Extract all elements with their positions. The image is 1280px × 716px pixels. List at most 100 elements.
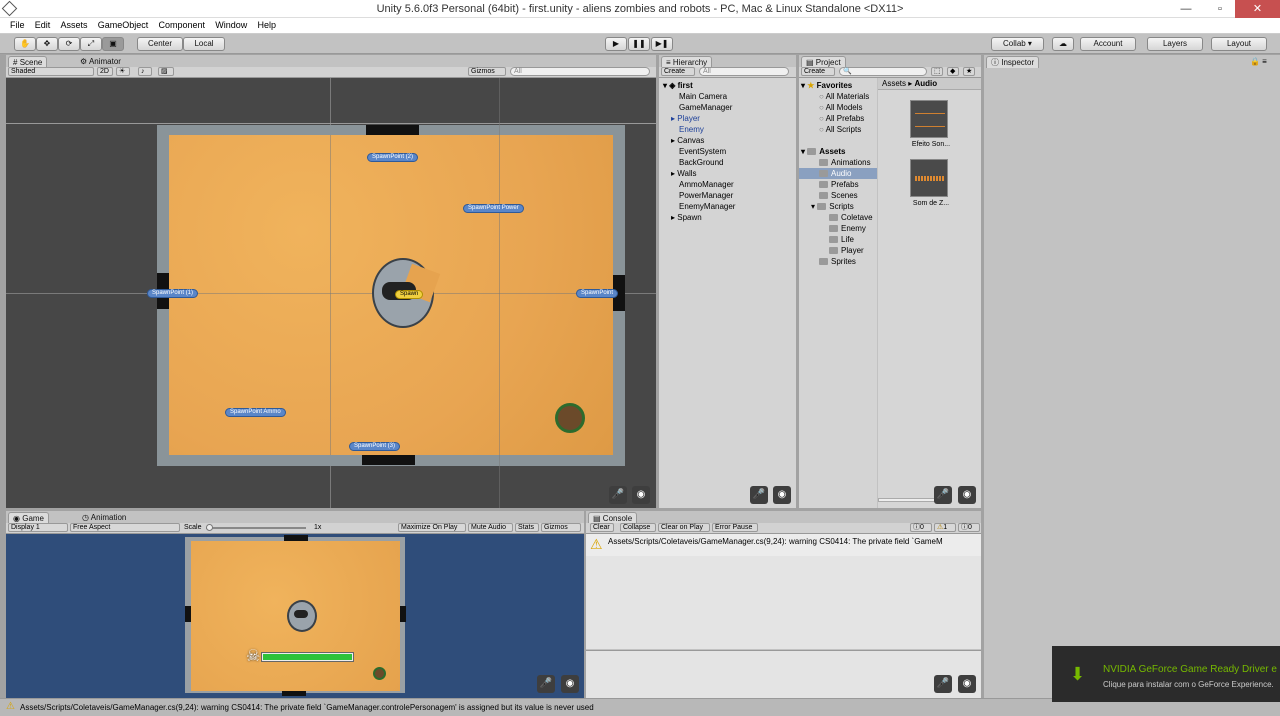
folder-item[interactable]: Prefabs: [799, 179, 877, 190]
scale-slider-knob[interactable]: [206, 524, 213, 531]
scene-search-input[interactable]: All: [510, 67, 650, 76]
record-icon[interactable]: ◉: [632, 486, 650, 504]
account-dropdown[interactable]: Account: [1080, 37, 1136, 51]
cloud-button[interactable]: ☁: [1052, 37, 1074, 51]
favorite-item[interactable]: ○ All Scripts: [799, 124, 877, 135]
menu-file[interactable]: File: [6, 18, 29, 32]
minimize-button[interactable]: —: [1169, 0, 1203, 18]
hierarchy-item[interactable]: ▸ Spawn: [659, 212, 796, 223]
info-count-toggle[interactable]: ⓘ0: [910, 523, 932, 532]
folder-item[interactable]: Coletave: [799, 212, 877, 223]
audio-toggle[interactable]: ♪: [138, 67, 152, 76]
hierarchy-item[interactable]: GameManager: [659, 102, 796, 113]
folder-item[interactable]: Enemy: [799, 223, 877, 234]
breadcrumb-audio[interactable]: Audio: [915, 79, 938, 88]
layout-dropdown[interactable]: Layout: [1211, 37, 1267, 51]
filter-type-icon[interactable]: ⬚: [931, 67, 943, 76]
mic-icon[interactable]: 🎤: [934, 486, 952, 504]
close-button[interactable]: ✕: [1235, 0, 1280, 18]
record-icon[interactable]: ◉: [958, 486, 976, 504]
mic-icon[interactable]: 🎤: [934, 675, 952, 693]
menu-help[interactable]: Help: [254, 18, 281, 32]
pause-button[interactable]: ❚❚: [628, 37, 650, 51]
hierarchy-item[interactable]: AmmoManager: [659, 179, 796, 190]
marker-spawnpoint-2[interactable]: SpawnPoint (2): [367, 153, 419, 162]
console-clear-button[interactable]: Clear: [590, 523, 614, 532]
marker-spawn[interactable]: Spawn: [395, 290, 424, 299]
mute-audio-toggle[interactable]: Mute Audio: [468, 523, 513, 532]
folder-item-audio[interactable]: Audio: [799, 168, 877, 179]
collab-button[interactable]: Collab ▾: [991, 37, 1044, 51]
mic-icon[interactable]: 🎤: [537, 675, 555, 693]
favorite-item[interactable]: ○ All Models: [799, 102, 877, 113]
hierarchy-search-input[interactable]: All: [699, 67, 789, 76]
effects-toggle[interactable]: ▨: [158, 67, 174, 76]
record-icon[interactable]: ◉: [561, 675, 579, 693]
pivot-center-button[interactable]: Center: [137, 37, 183, 51]
2d-toggle[interactable]: 2D: [97, 67, 113, 76]
mic-icon[interactable]: 🎤: [609, 486, 627, 504]
game-viewport[interactable]: ☠ 🎤 ◉: [6, 534, 584, 698]
hierarchy-create-dropdown[interactable]: Create: [661, 67, 695, 76]
favorite-item[interactable]: ○ All Prefabs: [799, 113, 877, 124]
console-row[interactable]: ⚠ Assets/Scripts/Coletaveis/GameManager.…: [586, 534, 981, 556]
stats-toggle[interactable]: Stats: [515, 523, 539, 532]
error-count-toggle[interactable]: ⓘ0: [958, 523, 980, 532]
aspect-select[interactable]: Free Aspect: [70, 523, 180, 532]
game-gizmos-dropdown[interactable]: Gizmos: [541, 523, 581, 532]
assets-root[interactable]: ▾ Assets: [799, 146, 877, 157]
hand-tool-button[interactable]: ✋: [14, 37, 36, 51]
folder-item[interactable]: Life: [799, 234, 877, 245]
folder-item[interactable]: ▾ Scripts: [799, 201, 877, 212]
lighting-toggle[interactable]: ☀: [116, 67, 130, 76]
folder-item[interactable]: Scenes: [799, 190, 877, 201]
maximize-on-play-toggle[interactable]: Maximize On Play: [398, 523, 466, 532]
player-sprite[interactable]: [555, 403, 585, 433]
folder-item[interactable]: Sprites: [799, 256, 877, 267]
scene-root[interactable]: ▾ ◈ first: [659, 80, 796, 91]
shading-mode-select[interactable]: Shaded: [8, 67, 94, 76]
filter-label-icon[interactable]: ◆: [947, 67, 959, 76]
menu-gameobject[interactable]: GameObject: [94, 18, 153, 32]
project-search-input[interactable]: 🔍: [839, 67, 927, 76]
marker-spawnpoint[interactable]: SpawnPoint: [576, 289, 619, 298]
hierarchy-item[interactable]: Main Camera: [659, 91, 796, 102]
marker-spawnpoint-3[interactable]: SpawnPoint (3): [349, 442, 401, 451]
gizmos-dropdown[interactable]: Gizmos: [468, 67, 506, 76]
menu-window[interactable]: Window: [211, 18, 251, 32]
hierarchy-item[interactable]: ▸ Walls: [659, 168, 796, 179]
favorites-header[interactable]: ▾ ★ Favorites: [799, 80, 877, 91]
console-error-pause-toggle[interactable]: Error Pause: [712, 523, 758, 532]
hierarchy-item[interactable]: EventSystem: [659, 146, 796, 157]
nvidia-notification[interactable]: ⬇ NVIDIA GeForce Game Ready Driver e Cli…: [1052, 646, 1280, 702]
asset-thumb-audio[interactable]: [910, 100, 948, 138]
hierarchy-item-player[interactable]: ▸ Player: [659, 113, 796, 124]
hierarchy-item[interactable]: ▸ Canvas: [659, 135, 796, 146]
thumbnail-size-slider[interactable]: [878, 498, 938, 502]
status-message[interactable]: Assets/Scripts/Coletaveis/GameManager.cs…: [20, 703, 594, 712]
display-select[interactable]: Display 1: [8, 523, 68, 532]
folder-item[interactable]: Animations: [799, 157, 877, 168]
step-button[interactable]: ▶❚: [651, 37, 673, 51]
console-collapse-button[interactable]: Collapse: [620, 523, 656, 532]
marker-spawnpoint-1[interactable]: SpawnPoint (1): [147, 289, 199, 298]
marker-spawnpoint-ammo[interactable]: SpawnPoint Ammo: [225, 408, 286, 417]
hierarchy-item[interactable]: EnemyManager: [659, 201, 796, 212]
scale-slider[interactable]: [206, 527, 306, 529]
pivot-local-button[interactable]: Local: [183, 37, 225, 51]
menu-assets[interactable]: Assets: [57, 18, 92, 32]
rotate-tool-button[interactable]: ⟳: [58, 37, 80, 51]
mic-icon[interactable]: 🎤: [750, 486, 768, 504]
menu-component[interactable]: Component: [155, 18, 210, 32]
tab-inspector[interactable]: ⓘ Inspector: [986, 56, 1040, 68]
favorite-star-icon[interactable]: ★: [963, 67, 975, 76]
maximize-button[interactable]: ▫: [1203, 0, 1237, 18]
marker-spawnpoint-power[interactable]: SpawnPoint Power: [463, 204, 524, 213]
console-clear-on-play-toggle[interactable]: Clear on Play: [658, 523, 710, 532]
record-icon[interactable]: ◉: [773, 486, 791, 504]
move-tool-button[interactable]: ✥: [36, 37, 58, 51]
scene-viewport[interactable]: Spawn SpawnPoint (2) SpawnPoint Power Sp…: [6, 78, 656, 508]
play-button[interactable]: ▶: [605, 37, 627, 51]
hierarchy-item[interactable]: PowerManager: [659, 190, 796, 201]
warning-count-toggle[interactable]: ⚠1: [934, 523, 956, 532]
